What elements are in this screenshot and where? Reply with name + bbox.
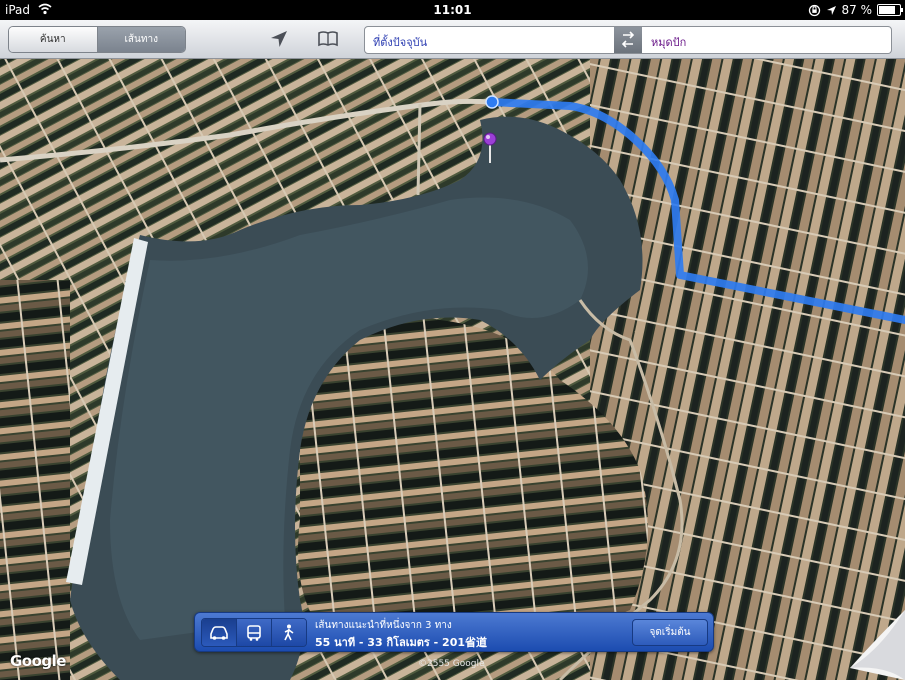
- battery-percent: 87 %: [841, 3, 873, 17]
- current-location-icon[interactable]: [268, 29, 290, 49]
- satellite-imagery: [0, 59, 905, 680]
- start-button[interactable]: จุดเริ่มต้น: [632, 619, 708, 646]
- directions-panel: เส้นทางแนะนำที่หนึ่งจาก 3 ทาง 55 นาที - …: [194, 612, 714, 652]
- tab-search[interactable]: ค้นหา: [9, 27, 98, 52]
- transport-mode-selector: [201, 618, 307, 647]
- status-bar: iPad 11:01 87 %: [0, 0, 905, 20]
- mode-bus[interactable]: [237, 619, 272, 646]
- clock: 11:01: [433, 3, 472, 17]
- walk-icon: [284, 624, 294, 640]
- search-directions-segmented-control: ค้นหา เส้นทาง: [8, 26, 186, 53]
- page-curl-button[interactable]: [845, 610, 905, 680]
- car-icon: [210, 625, 228, 640]
- battery-icon: [877, 4, 903, 16]
- google-logo: Google: [10, 652, 66, 670]
- mode-car[interactable]: [202, 619, 237, 646]
- orientation-lock-icon: [808, 4, 820, 16]
- maps-toolbar: ค้นหา เส้นทาง ที่ตั้งปัจจุบัน หมุดปัก: [0, 20, 905, 59]
- route-start-marker[interactable]: [485, 95, 499, 109]
- location-arrow-icon: [826, 5, 836, 15]
- bookmarks-icon[interactable]: [317, 29, 339, 49]
- route-field: ที่ตั้งปัจจุบัน หมุดปัก: [364, 26, 892, 54]
- swap-route-button[interactable]: [614, 27, 642, 53]
- route-summary: เส้นทางแนะนำที่หนึ่งจาก 3 ทาง: [315, 620, 452, 631]
- satellite-map[interactable]: [0, 59, 905, 680]
- end-location-input[interactable]: หมุดปัก: [651, 33, 686, 51]
- bus-icon: [247, 624, 261, 641]
- swap-icon: [621, 31, 635, 48]
- start-location-input[interactable]: ที่ตั้งปัจจุบัน: [373, 33, 427, 51]
- map-copyright: ©2555 Google: [418, 659, 485, 669]
- route-details: 55 นาที - 33 กิโลเมตร - 201省道: [315, 636, 488, 649]
- mode-walk[interactable]: [272, 619, 306, 646]
- tab-directions[interactable]: เส้นทาง: [97, 27, 185, 52]
